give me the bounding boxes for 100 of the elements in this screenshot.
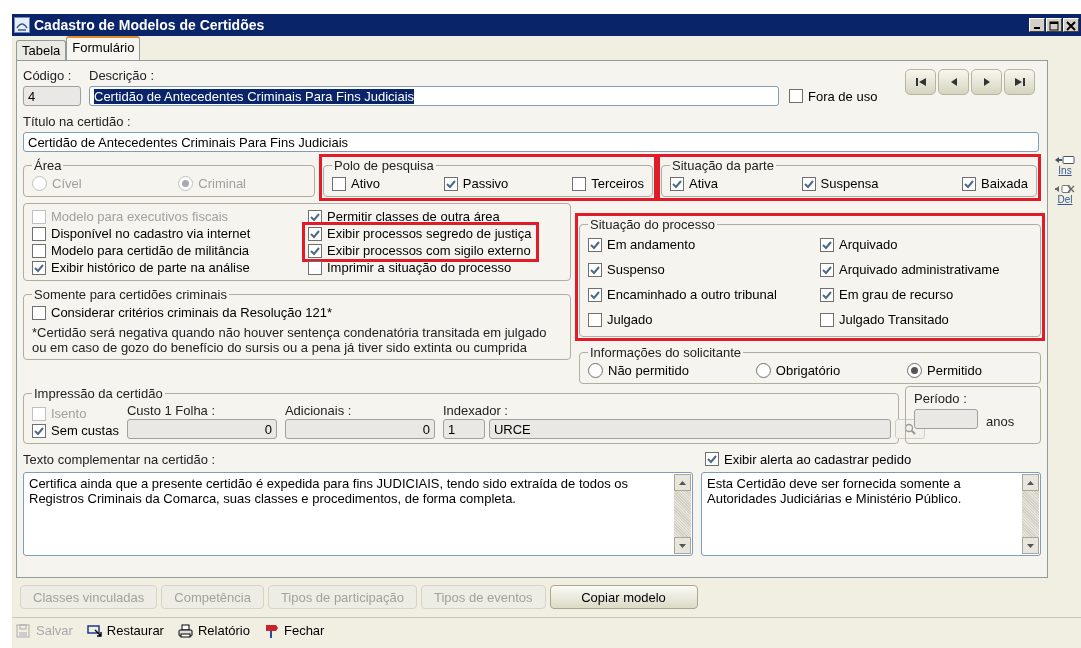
checkbox[interactable]: [443, 176, 458, 191]
nav-button[interactable]: [971, 69, 1002, 95]
field-label: Período :: [914, 391, 968, 406]
arrow-box-icon: [1055, 155, 1075, 165]
checkbox[interactable]: [588, 287, 602, 302]
close-button[interactable]: [1063, 18, 1079, 32]
checkbox-option[interactable]: Sem custas: [32, 422, 119, 439]
checkbox-option[interactable]: Disponível no cadastro via internet: [26, 225, 304, 242]
up-arrow-icon[interactable]: [679, 480, 686, 485]
checkbox[interactable]: [32, 423, 46, 438]
search-icon: [903, 423, 916, 435]
checkbox-option[interactable]: Julgado: [588, 311, 820, 328]
nav-button[interactable]: [938, 69, 969, 95]
action-button[interactable]: Copiar modelo: [549, 585, 698, 609]
checkbox[interactable]: [962, 176, 976, 191]
maximize-button[interactable]: [1046, 18, 1062, 32]
input-field[interactable]: URCE: [488, 419, 891, 439]
input-field[interactable]: 1: [442, 419, 485, 439]
radio-option[interactable]: Não permitido: [588, 362, 689, 379]
scrollbar[interactable]: [674, 474, 691, 554]
checkbox-option[interactable]: Considerar critérios criminais da Resolução 121*: [32, 304, 333, 321]
checkbox[interactable]: [670, 176, 684, 191]
checkbox[interactable]: [801, 176, 816, 191]
toolbar-button[interactable]: Restaurar: [86, 623, 164, 638]
input-field[interactable]: 0: [126, 419, 277, 439]
text-area[interactable]: Esta Certidão deve ser fornecida somente a Autoridades Judiciárias e Ministério Público.: [701, 472, 1041, 556]
floppy-icon: [16, 623, 31, 638]
checkbox-option[interactable]: Baixada: [962, 175, 1028, 192]
toolbar-button[interactable]: Fechar: [263, 623, 325, 638]
toolbar-button[interactable]: Relatório: [177, 623, 250, 638]
checkbox-option[interactable]: Exibir histórico de parte na análise: [26, 259, 304, 276]
checkbox[interactable]: [332, 176, 346, 191]
input-field[interactable]: [914, 409, 978, 429]
checkbox[interactable]: [32, 305, 46, 320]
group-title: Impressão da certidão: [33, 386, 164, 401]
checkbox-option[interactable]: Imprimir a situação do processo: [302, 259, 539, 276]
checkbox[interactable]: [32, 260, 46, 275]
checkbox[interactable]: [572, 176, 587, 191]
checkbox-option[interactable]: Permitir classes de outra área: [302, 208, 539, 225]
checkbox[interactable]: [820, 312, 834, 327]
group-title: Situação da parte: [671, 158, 775, 173]
checkbox-option[interactable]: Terceiros: [572, 175, 644, 192]
radio-option[interactable]: Permitido: [907, 362, 982, 379]
checkbox[interactable]: [705, 452, 719, 466]
down-arrow-icon[interactable]: [679, 543, 686, 548]
scrollbar[interactable]: [1022, 474, 1039, 554]
checkbox-option[interactable]: Passivo: [443, 175, 509, 192]
input-field[interactable]: Certidão de Antecedentes Criminais Para Fins Judiciais: [89, 86, 779, 106]
tab[interactable]: Tabela: [16, 40, 67, 60]
window-title: Cadastro de Modelos de Certidões: [34, 17, 266, 33]
field-label: Adicionais :: [284, 403, 353, 419]
nav-button[interactable]: [905, 69, 936, 95]
tab[interactable]: Formulário: [66, 36, 141, 60]
radio-button[interactable]: [907, 363, 923, 378]
checkbox[interactable]: [308, 226, 322, 241]
checkbox-option[interactable]: Exibir processos segredo de justiça: [302, 222, 539, 242]
checkbox[interactable]: [308, 243, 322, 258]
text-area[interactable]: Certifica ainda que a presente certidão é expedida para fins JUDICIAIS, tendo sido extraída de todos os Registros Criminais da Comarca, suas classes e procedimentos, de forma completa.: [23, 472, 693, 556]
input-field[interactable]: 0: [284, 419, 435, 439]
first-record-icon: [914, 76, 927, 88]
minimize-button[interactable]: [1029, 18, 1045, 32]
radio-button[interactable]: [755, 363, 771, 378]
checkbox[interactable]: [820, 287, 834, 302]
note-text: *Certidão será negativa quando não houver sentença condenatória transitada em julgado ou em caso de gozo do benefício do sursis ou a pena já tiver sido extinta ou cumprida: [32, 324, 548, 355]
checkbox[interactable]: [588, 237, 602, 252]
checkbox[interactable]: [588, 262, 602, 277]
checkbox-option[interactable]: Encaminhado a outro tribunal: [588, 286, 820, 303]
radio-option[interactable]: Obrigatório: [755, 362, 841, 379]
checkbox[interactable]: [32, 243, 46, 258]
checkbox[interactable]: [820, 237, 834, 252]
checkbox[interactable]: [820, 262, 834, 277]
checkbox-option[interactable]: Em grau de recurso: [820, 286, 1032, 303]
field-label: Código :: [23, 68, 73, 83]
checkbox[interactable]: [32, 226, 46, 241]
checkbox[interactable]: [308, 209, 322, 224]
checkbox-option[interactable]: Exibir processos com sigilo externo: [302, 242, 539, 262]
nav-button[interactable]: [1004, 69, 1035, 95]
checkbox-option[interactable]: Em andamento: [588, 236, 820, 253]
field-label: Descrição :: [89, 68, 155, 83]
checkbox-option[interactable]: Suspensa: [801, 175, 879, 192]
radio-button[interactable]: [588, 363, 603, 378]
checkbox-option[interactable]: Suspenso: [588, 261, 820, 278]
check-icon: [706, 453, 718, 465]
down-arrow-icon[interactable]: [1027, 543, 1034, 548]
checkbox-option[interactable]: Arquivado administrativame: [820, 261, 1032, 278]
checkbox-option[interactable]: Modelo para certidão de militância: [26, 242, 304, 259]
link[interactable]: Ins: [1055, 155, 1075, 176]
checkbox-option[interactable]: Ativa: [670, 175, 718, 192]
checkbox-option[interactable]: Exibir alerta ao cadastrar pedido: [705, 450, 912, 468]
checkbox[interactable]: [789, 89, 803, 103]
checkbox-option[interactable]: Fora de uso: [789, 87, 878, 105]
checkbox-option[interactable]: Arquivado: [820, 236, 1032, 253]
up-arrow-icon[interactable]: [1027, 480, 1034, 485]
field-label: Título na certidão :: [23, 114, 132, 129]
link[interactable]: Del: [1055, 184, 1075, 205]
checkbox-option[interactable]: Julgado Transitado: [820, 311, 1032, 328]
checkbox[interactable]: [588, 312, 602, 327]
checkbox-option[interactable]: Ativo: [332, 175, 380, 192]
input-field[interactable]: 4: [23, 86, 81, 106]
input-field[interactable]: Certidão de Antecedentes Criminais Para Fins Judiciais: [23, 132, 1039, 152]
